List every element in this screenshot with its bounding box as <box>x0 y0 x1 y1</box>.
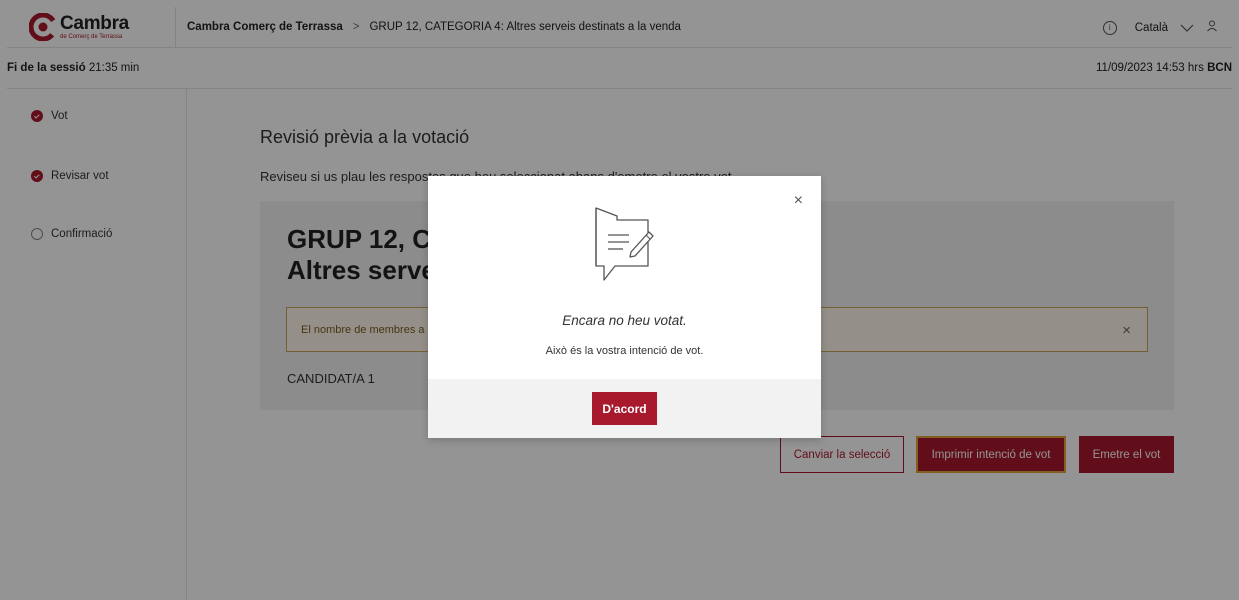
document-edit-icon <box>593 206 655 284</box>
modal-title: Encara no heu votat. <box>562 313 687 328</box>
modal-footer: D'acord <box>428 379 821 438</box>
modal-text: Això és la vostra intenció de vot. <box>545 345 704 357</box>
ok-button[interactable]: D'acord <box>592 392 657 425</box>
not-voted-modal: × Encara no heu votat. Això és la vostra… <box>428 176 821 438</box>
close-icon[interactable]: × <box>794 192 803 210</box>
